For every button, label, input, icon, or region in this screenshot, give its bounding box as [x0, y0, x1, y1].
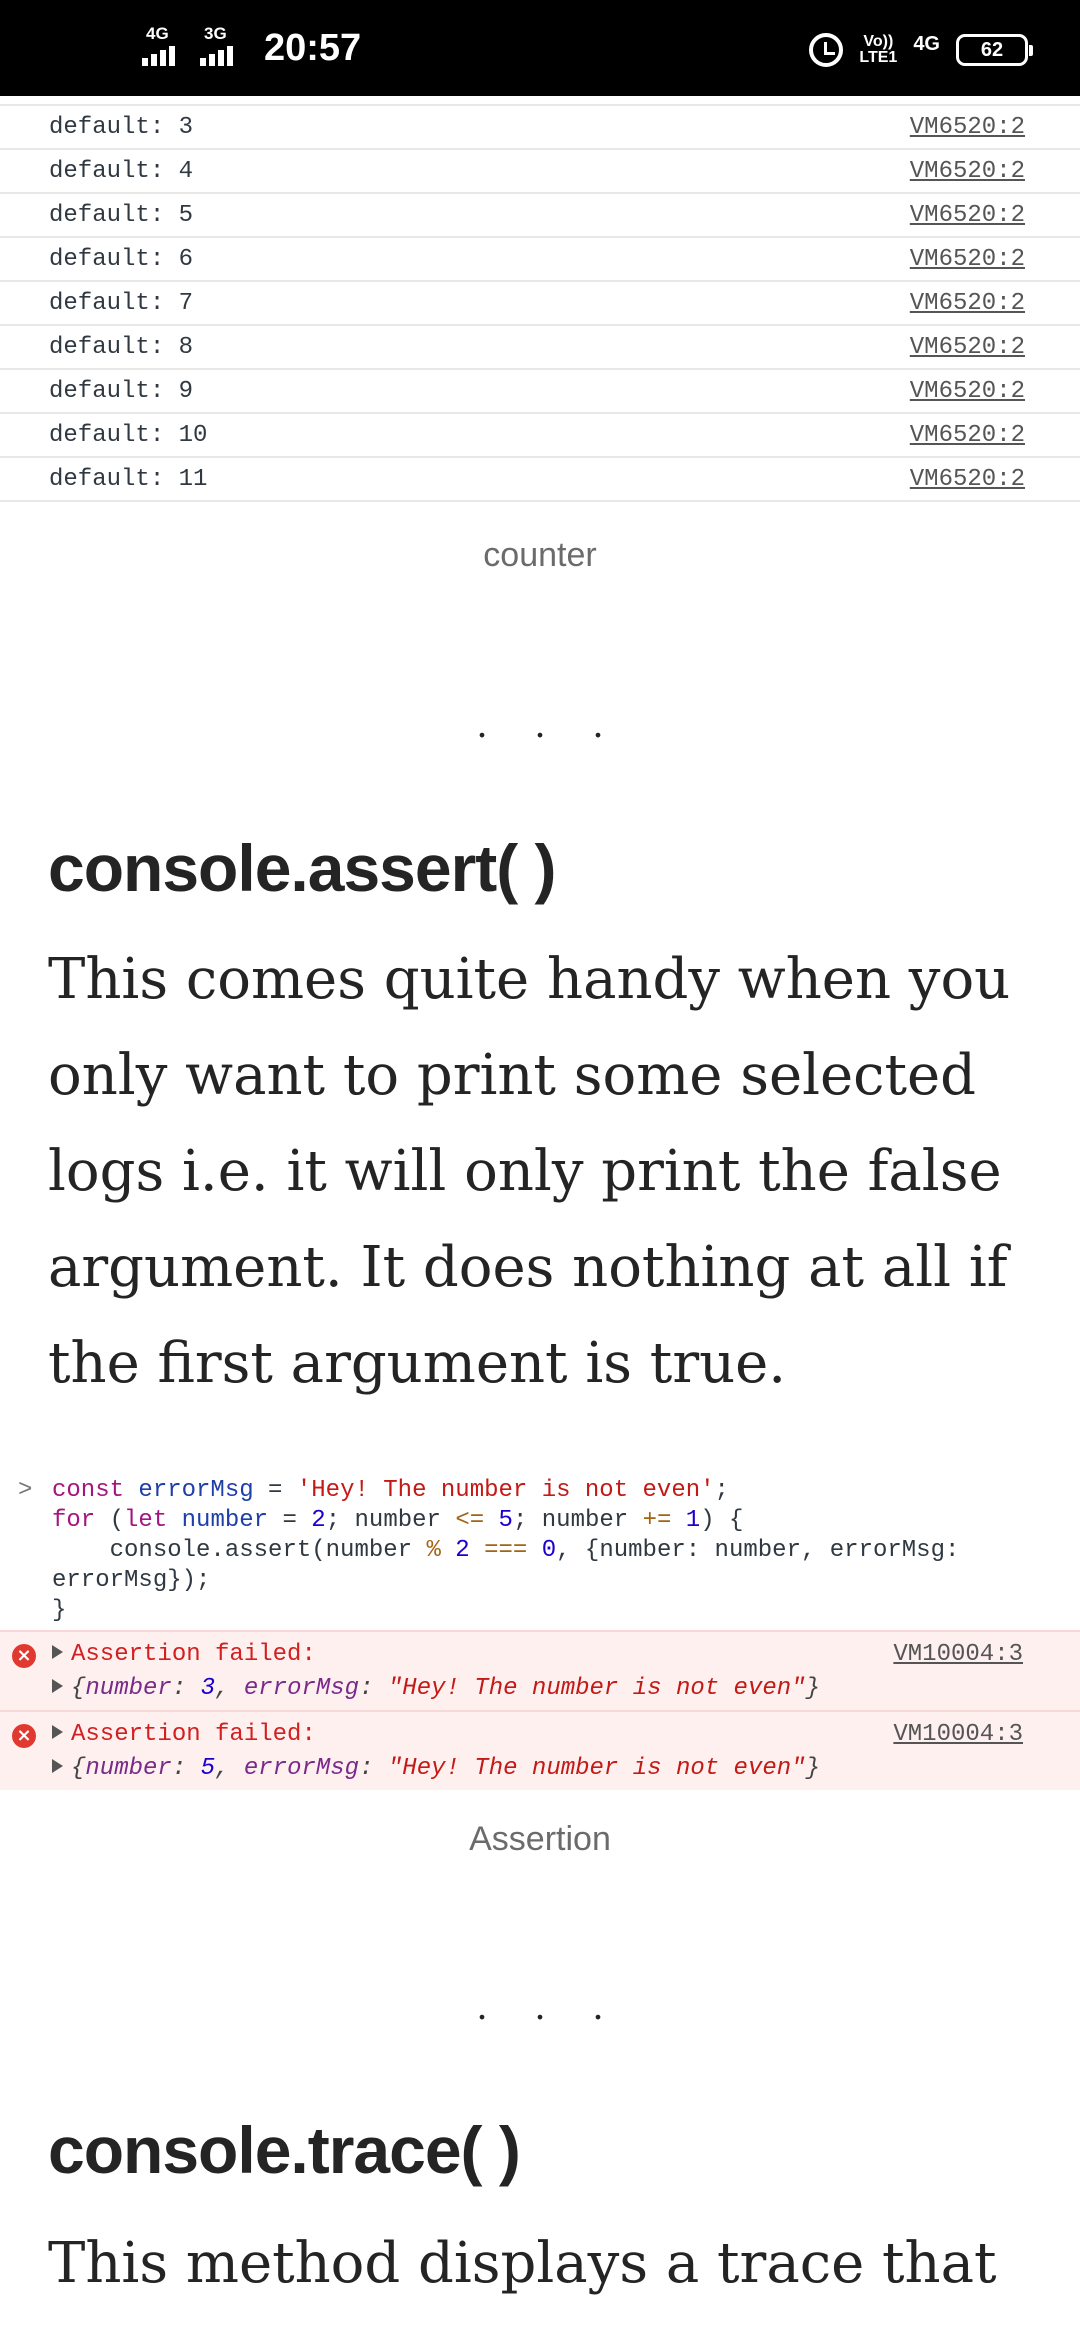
source-link: VM6520:2	[909, 334, 1025, 361]
section-heading: console.trace( )	[48, 2113, 521, 2187]
source-link: VM6520:2	[909, 422, 1025, 449]
console-row: default: 7 VM6520:2	[0, 282, 1080, 326]
console-row: default: 10 VM6520:2	[0, 414, 1080, 458]
status-bar: 4G 3G 20:57 Vo)) LTE1 4G 62	[0, 0, 1080, 96]
console-row: default: 4 VM6520:2	[0, 150, 1080, 194]
section-divider: ...	[477, 1983, 651, 2028]
error-icon: ×	[12, 1644, 36, 1668]
code-block: > const errorMsg = 'Hey! The number is no…	[18, 1477, 960, 1624]
volte-icon: Vo)) LTE1	[859, 33, 898, 66]
source-link: VM6520:2	[909, 378, 1025, 405]
expand-triangle-icon[interactable]	[52, 1758, 63, 1773]
console-row-partial	[0, 96, 1080, 106]
battery-icon: 62	[956, 34, 1033, 66]
source-link: VM6520:2	[909, 290, 1025, 317]
clock: 20:57	[264, 26, 362, 69]
expand-triangle-icon[interactable]	[52, 1644, 63, 1659]
expand-triangle-icon[interactable]	[52, 1724, 63, 1739]
alarm-icon	[809, 33, 844, 67]
article-paragraph: This method displays a trace that	[48, 2231, 997, 2296]
source-link: VM10004:3	[893, 1641, 1023, 1668]
console-assert-image: > const errorMsg = 'Hey! The number is no…	[0, 1468, 1080, 1790]
source-link: VM6520:2	[909, 246, 1025, 273]
expand-triangle-icon[interactable]	[52, 1678, 63, 1693]
section-divider: ...	[477, 701, 651, 746]
source-link: VM6520:2	[909, 466, 1025, 493]
image-caption: counter	[483, 536, 597, 574]
image-caption: Assertion	[469, 1820, 611, 1858]
source-link: VM10004:3	[893, 1721, 1023, 1748]
console-row: default: 3 VM6520:2	[0, 106, 1080, 150]
network-4g-icon: 4G	[913, 32, 940, 55]
source-link: VM6520:2	[909, 202, 1025, 229]
error-icon: ×	[12, 1724, 36, 1748]
prompt-icon: >	[18, 1477, 33, 1504]
article-paragraph: This comes quite handy when you only wan…	[48, 947, 1011, 1396]
console-log-image: default: 3 VM6520:2 default: 4 VM6520:2 …	[0, 96, 1080, 502]
signal-3g-icon: 3G	[200, 24, 248, 70]
signal-4g-icon: 4G	[142, 24, 190, 70]
console-row: default: 5 VM6520:2	[0, 194, 1080, 238]
console-row: default: 9 VM6520:2	[0, 370, 1080, 414]
section-heading: console.assert( )	[48, 831, 557, 905]
console-row: default: 6 VM6520:2	[0, 238, 1080, 282]
console-row: default: 8 VM6520:2	[0, 326, 1080, 370]
assertion-error-row: × Assertion failed: VM10004:3 {number: 5…	[0, 1710, 1080, 1790]
source-link: VM6520:2	[909, 158, 1025, 185]
assertion-error-row: × Assertion failed: VM10004:3 {number: 3…	[0, 1630, 1080, 1710]
source-link: VM6520:2	[909, 114, 1025, 141]
console-row: default: 11 VM6520:2	[0, 458, 1080, 502]
